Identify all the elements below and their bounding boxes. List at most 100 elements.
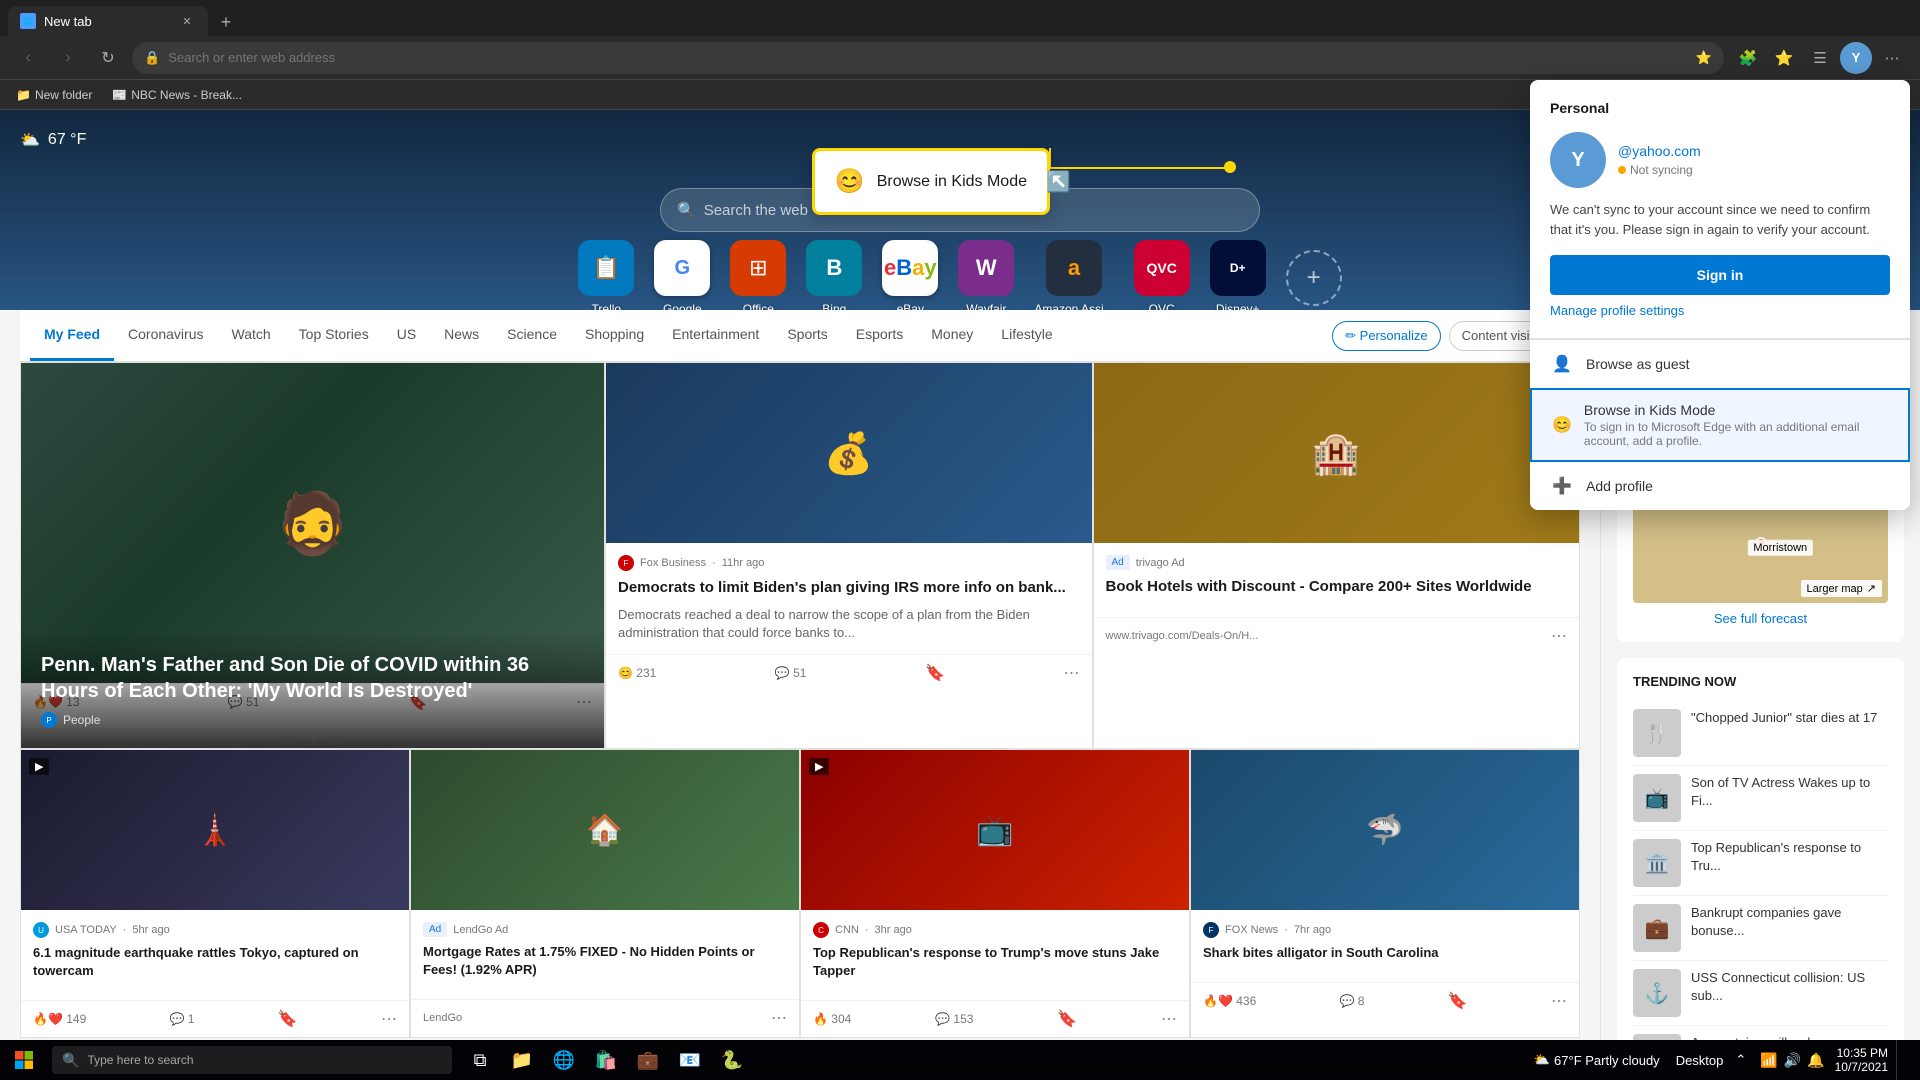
bookmark-folder[interactable]: 📁 New folder bbox=[8, 83, 100, 107]
hotel-ad-card[interactable]: 🏨 Ad trivago Ad Book Hotels with Discoun… bbox=[1093, 362, 1581, 749]
personalize-button[interactable]: ✏ Personalize bbox=[1332, 321, 1440, 351]
file-explorer-button[interactable]: 📁 bbox=[502, 1040, 542, 1080]
python-button[interactable]: 🐍 bbox=[712, 1040, 752, 1080]
quick-link-wayfair[interactable]: W Wayfair bbox=[958, 240, 1014, 316]
tab-my-feed[interactable]: My Feed bbox=[30, 310, 114, 361]
tab-entertainment[interactable]: Entertainment bbox=[658, 310, 773, 361]
network-icon[interactable]: 📶 bbox=[1760, 1052, 1777, 1069]
tab-coronavirus[interactable]: Coronavirus bbox=[114, 310, 217, 361]
store-button[interactable]: 🛍️ bbox=[586, 1040, 626, 1080]
trending-item-3[interactable]: 🏛️ Top Republican's response to Tru... bbox=[1633, 831, 1888, 896]
tab-top-stories[interactable]: Top Stories bbox=[285, 310, 383, 361]
profile-button[interactable]: Y bbox=[1840, 42, 1872, 74]
tokyo-more-icon[interactable]: ⋯ bbox=[381, 1009, 397, 1029]
taskbar-weather[interactable]: ⛅ 67°F Partly cloudy bbox=[1526, 1052, 1668, 1068]
tab-lifestyle[interactable]: Lifestyle bbox=[987, 310, 1066, 361]
address-input[interactable] bbox=[168, 50, 1688, 65]
fox-more-icon[interactable]: ⋯ bbox=[1063, 663, 1079, 683]
profile-header: Personal Y @yahoo.com Not syncing We can… bbox=[1530, 80, 1910, 339]
trending-text-4: Bankrupt companies gave bonuse... bbox=[1691, 904, 1888, 940]
profile-message: We can't sync to your account since we n… bbox=[1550, 200, 1890, 239]
feed-tabs: My Feed Coronavirus Watch Top Stories US… bbox=[20, 310, 1580, 362]
add-quick-link[interactable]: + bbox=[1286, 250, 1342, 306]
mortgage-more-icon[interactable]: ⋯ bbox=[771, 1008, 787, 1028]
larger-map-button[interactable]: Larger map ↗ bbox=[1801, 580, 1882, 597]
fox-business-card[interactable]: 💰 F Fox Business · 11hr ago Democrats to… bbox=[605, 362, 1093, 749]
quick-link-google[interactable]: G Google bbox=[654, 240, 710, 316]
tab-sports[interactable]: Sports bbox=[773, 310, 841, 361]
shark-more-icon[interactable]: ⋯ bbox=[1551, 991, 1567, 1011]
browse-guest-item[interactable]: 👤 Browse as guest bbox=[1530, 340, 1910, 388]
fox-business-source: F Fox Business · 11hr ago bbox=[618, 555, 1080, 571]
trending-item-4[interactable]: 💼 Bankrupt companies gave bonuse... bbox=[1633, 896, 1888, 961]
tab-watch[interactable]: Watch bbox=[218, 310, 285, 361]
settings-button[interactable]: ⋯ bbox=[1876, 42, 1908, 74]
featured-news-card[interactable]: 🧔 Penn. Man's Father and Son Die of COVI… bbox=[20, 362, 605, 749]
cnn-more-icon[interactable]: ⋯ bbox=[1161, 1009, 1177, 1029]
extensions-button[interactable]: 🧩 bbox=[1732, 42, 1764, 74]
task-view-button[interactable]: ⧉ bbox=[460, 1040, 500, 1080]
start-button[interactable] bbox=[0, 1040, 48, 1080]
back-button[interactable]: ‹ bbox=[12, 42, 44, 74]
quick-link-trello[interactable]: 📋 Trello bbox=[578, 240, 634, 316]
edge-browser-button[interactable]: 🌐 bbox=[544, 1040, 584, 1080]
weather-widget: ⛅ 67 °F bbox=[20, 130, 86, 150]
shark-bookmark-icon[interactable]: 🔖 bbox=[1448, 991, 1468, 1011]
store-icon: 🛍️ bbox=[595, 1050, 617, 1071]
mortgage-ad-card[interactable]: 🏠 Ad LendGo Ad Mortgage Rates at 1.75% F… bbox=[410, 749, 800, 1038]
quick-link-ebay[interactable]: eBay eBay bbox=[882, 240, 938, 316]
date-display: 10/7/2021 bbox=[1835, 1060, 1888, 1074]
active-tab[interactable]: 🌐 New tab ✕ bbox=[8, 6, 208, 36]
tokyo-earthquake-card[interactable]: ▶ 🗼 U USA TODAY · 5hr ago 6.1 magnitude … bbox=[20, 749, 410, 1038]
see-forecast-link[interactable]: See full forecast bbox=[1633, 611, 1888, 626]
office-taskbar-button[interactable]: 💼 bbox=[628, 1040, 668, 1080]
hotel-more-icon[interactable]: ⋯ bbox=[1551, 626, 1567, 646]
address-bar[interactable]: 🔒 ⭐ bbox=[132, 42, 1724, 74]
volume-icon[interactable]: 🔊 bbox=[1784, 1052, 1801, 1069]
battery-icon[interactable]: 🔔 bbox=[1807, 1052, 1824, 1069]
quick-link-amazon[interactable]: a Amazon Assi... bbox=[1034, 240, 1113, 316]
tab-news[interactable]: News bbox=[430, 310, 493, 361]
browse-kids-item[interactable]: 😊 Browse in Kids Mode To sign in to Micr… bbox=[1530, 388, 1910, 462]
trending-item-6[interactable]: 🦍 A mountain gorilla who once wen... bbox=[1633, 1026, 1888, 1040]
tab-close-button[interactable]: ✕ bbox=[178, 12, 196, 30]
quick-link-qvc[interactable]: QVC QVC bbox=[1134, 240, 1190, 316]
manage-profile-link[interactable]: Manage profile settings bbox=[1550, 303, 1890, 318]
forward-button[interactable]: › bbox=[52, 42, 84, 74]
quick-link-bing[interactable]: B Bing bbox=[806, 240, 862, 316]
add-profile-item[interactable]: ➕ Add profile bbox=[1530, 462, 1910, 510]
refresh-button[interactable]: ↻ bbox=[92, 42, 124, 74]
cnn-bookmark-icon[interactable]: 🔖 bbox=[1057, 1009, 1077, 1029]
external-link-icon: ↗ bbox=[1867, 582, 1876, 595]
shark-card[interactable]: 🦈 F FOX News · 7hr ago Shark bites allig… bbox=[1190, 749, 1580, 1038]
tab-esports[interactable]: Esports bbox=[842, 310, 917, 361]
taskbar-time: 10:35 PM 10/7/2021 bbox=[1835, 1046, 1888, 1074]
tab-shopping[interactable]: Shopping bbox=[571, 310, 658, 361]
quick-link-office[interactable]: ⊞ Office bbox=[730, 240, 786, 316]
cnn-republican-card[interactable]: ▶ 📺 C CNN · 3hr ago Top Republican's res… bbox=[800, 749, 1190, 1038]
shark-image: 🦈 bbox=[1191, 750, 1579, 910]
trending-item-1[interactable]: 🍴 "Chopped Junior" star dies at 17 bbox=[1633, 701, 1888, 766]
fox-bookmark-icon[interactable]: 🔖 bbox=[925, 663, 945, 683]
tab-money[interactable]: Money bbox=[917, 310, 987, 361]
show-desktop-button[interactable] bbox=[1896, 1040, 1912, 1080]
quick-link-disney[interactable]: D+ Disney+ bbox=[1210, 240, 1266, 316]
taskbar-search[interactable]: 🔍 Type here to search bbox=[52, 1046, 452, 1074]
profile-user: Y @yahoo.com Not syncing bbox=[1550, 132, 1890, 188]
profile-sync-status: Not syncing bbox=[1618, 163, 1890, 177]
trending-card: TRENDING NOW 🍴 "Chopped Junior" star die… bbox=[1617, 658, 1904, 1040]
trending-item-5[interactable]: ⚓ USS Connecticut collision: US sub... bbox=[1633, 961, 1888, 1026]
new-tab-button[interactable]: + bbox=[212, 8, 240, 36]
tab-science[interactable]: Science bbox=[493, 310, 571, 361]
bookmark-nbc[interactable]: 📰 NBC News - Break... bbox=[104, 83, 250, 107]
ad-badge: Ad bbox=[1106, 555, 1130, 570]
taskbar-expand-icon[interactable]: ⌃ bbox=[1731, 1052, 1750, 1068]
favorites-button[interactable]: ⭐ bbox=[1768, 42, 1800, 74]
sign-in-button[interactable]: Sign in bbox=[1550, 255, 1890, 295]
tokyo-bookmark-icon[interactable]: 🔖 bbox=[278, 1009, 298, 1029]
collections-button[interactable]: ☰ bbox=[1804, 42, 1836, 74]
mail-button[interactable]: 📧 bbox=[670, 1040, 710, 1080]
tab-us[interactable]: US bbox=[383, 310, 430, 361]
disney-icon: D+ bbox=[1210, 240, 1266, 296]
trending-item-2[interactable]: 📺 Son of TV Actress Wakes up to Fi... bbox=[1633, 766, 1888, 831]
